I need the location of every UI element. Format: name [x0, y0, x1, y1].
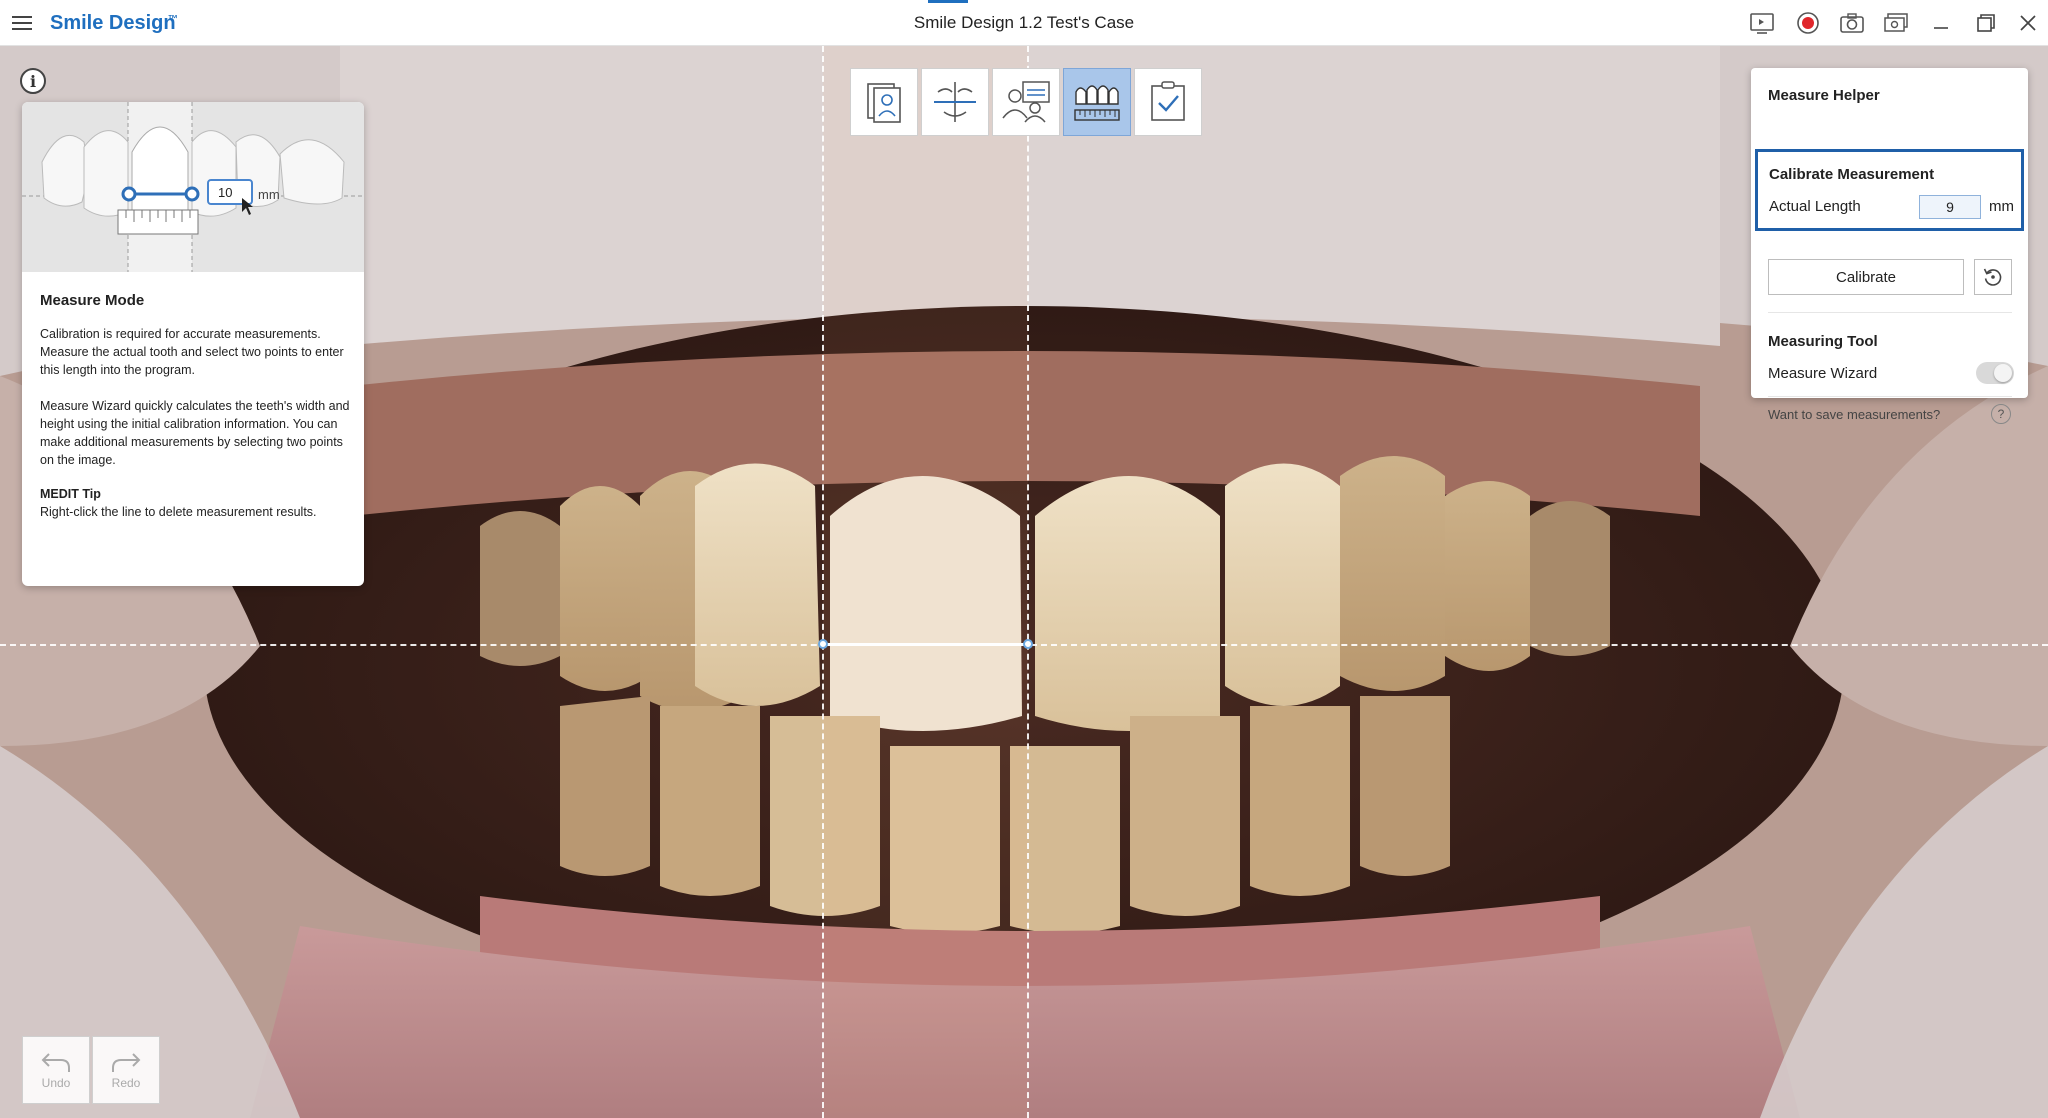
help-tip-title: MEDIT Tip: [40, 487, 101, 501]
panel-divider: [1768, 396, 2012, 397]
measure-wizard-toggle[interactable]: [1976, 362, 2014, 384]
measuring-tool-title: Measuring Tool: [1768, 333, 1878, 350]
redo-icon: [112, 1053, 141, 1072]
actual-length-label: Actual Length: [1769, 198, 1861, 215]
close-icon[interactable]: [2014, 9, 2042, 37]
redo-button[interactable]: Redo: [92, 1036, 160, 1104]
calibrate-button[interactable]: Calibrate: [1768, 259, 1964, 295]
app-name: Smile Design: [50, 12, 176, 34]
teeth-measure-icon: [1074, 85, 1120, 121]
video-guide-icon[interactable]: [1748, 9, 1776, 37]
title-bar: Smile Design ™ Smile Design 1.2 Test's C…: [0, 0, 2048, 46]
reference-line-icon: [934, 82, 976, 122]
menu-icon[interactable]: [10, 11, 34, 35]
measure-point-left[interactable]: [818, 639, 828, 649]
photo-match-step[interactable]: [992, 68, 1060, 136]
actual-length-input[interactable]: [1919, 195, 1981, 219]
maximize-icon[interactable]: [1972, 9, 2000, 37]
reset-calibration-button[interactable]: [1974, 259, 2012, 295]
screen-capture-icon[interactable]: [1882, 9, 1910, 37]
step-toolbar: [850, 68, 1202, 136]
record-icon[interactable]: [1794, 9, 1822, 37]
reset-icon: [1983, 268, 2002, 286]
measurement-line[interactable]: [823, 643, 1028, 646]
help-icon[interactable]: ?: [1991, 404, 2011, 424]
undo-button[interactable]: Undo: [22, 1036, 90, 1104]
complete-step[interactable]: [1134, 68, 1202, 136]
actual-length-unit: mm: [1989, 198, 2014, 215]
midline-left-guide[interactable]: [822, 46, 824, 1118]
calibrate-measurement-section: Calibrate Measurement Actual Length mm: [1755, 149, 2024, 231]
help-tip-text: Right-click the line to delete measureme…: [40, 505, 317, 519]
measure-helper-title: Measure Helper: [1768, 87, 1880, 104]
calibration-illustration: 10 mm: [22, 102, 364, 272]
camera-icon[interactable]: [1838, 9, 1866, 37]
measure-step[interactable]: [1063, 68, 1131, 136]
panel-divider: [1768, 312, 2012, 313]
help-paragraph-wizard: Measure Wizard quickly calculates the te…: [40, 399, 350, 467]
illustration-unit: mm: [258, 187, 280, 202]
face-photo-icon: [867, 83, 901, 123]
undo-icon: [41, 1053, 70, 1072]
redo-label: Redo: [111, 1076, 141, 1090]
measure-helper-panel: Measure Helper Calibrate Measurement Act…: [1751, 68, 2028, 424]
measure-point-right[interactable]: [1023, 639, 1033, 649]
checklist-icon: [1151, 81, 1185, 121]
measure-wizard-label: Measure Wizard: [1768, 365, 1878, 382]
toggle-knob: [1994, 364, 2012, 382]
help-paragraph-calibration: Calibration is required for accurate mea…: [40, 327, 344, 377]
calibrate-measurement-title: Calibrate Measurement: [1769, 166, 1935, 183]
photo-viewport[interactable]: i 10 mm Measure Mode Calibration is requ…: [0, 46, 2048, 1118]
undo-label: Undo: [41, 1076, 71, 1090]
minimize-icon[interactable]: [1927, 9, 1955, 37]
measure-mode-help-card: 10 mm Measure Mode Calibration is requir…: [22, 102, 364, 586]
case-title: Smile Design 1.2 Test's Case: [913, 13, 1135, 32]
app-badge: ™: [168, 14, 178, 25]
illustration-value: 10: [218, 185, 233, 200]
face-photo-step[interactable]: [850, 68, 918, 136]
help-heading: Measure Mode: [40, 292, 145, 309]
midline-right-guide[interactable]: [1027, 46, 1029, 1118]
photo-match-icon: [1002, 81, 1050, 123]
active-indicator: [928, 0, 968, 3]
save-measurements-question: Want to save measurements?: [1768, 407, 1941, 422]
reference-line-step[interactable]: [921, 68, 989, 136]
info-icon[interactable]: i: [20, 68, 46, 94]
